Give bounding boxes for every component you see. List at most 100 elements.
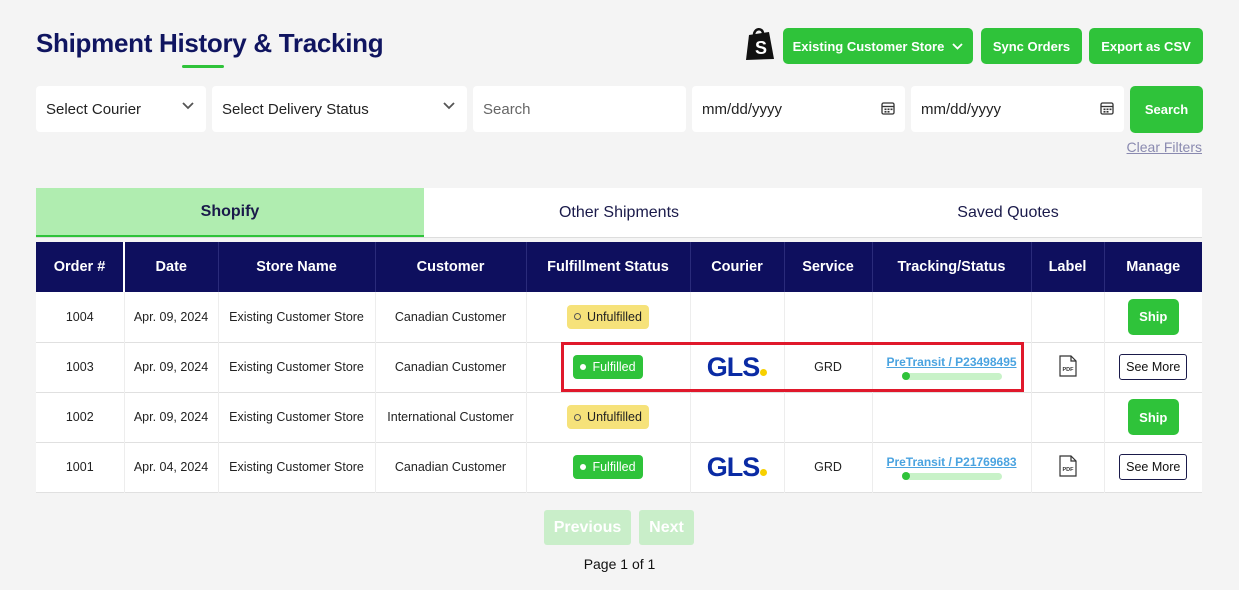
next-button[interactable]: Next bbox=[639, 510, 694, 545]
tracking-progress-bar bbox=[901, 472, 1002, 480]
export-csv-button[interactable]: Export as CSV bbox=[1089, 28, 1203, 64]
column-header[interactable]: Tracking/Status bbox=[872, 242, 1032, 292]
table-header-row: Order # Date Store Name Customer Fulfill… bbox=[36, 242, 1202, 292]
store-select-dropdown[interactable]: Existing Customer Store bbox=[783, 28, 973, 64]
chevron-down-icon bbox=[182, 102, 194, 110]
courier-select[interactable]: Select Courier bbox=[36, 86, 206, 132]
ship-button[interactable]: Ship bbox=[1127, 399, 1179, 435]
courier-cell: GLS bbox=[690, 342, 785, 392]
tracking-progress-dot bbox=[901, 372, 910, 380]
status-badge: Unfulfilled bbox=[567, 405, 649, 429]
table-row: 1001 Apr. 04, 2024 Existing Customer Sto… bbox=[36, 442, 1202, 492]
status-dot-icon bbox=[580, 364, 587, 370]
status-badge: Fulfilled bbox=[573, 355, 643, 379]
status-dot-icon bbox=[574, 413, 582, 421]
manage-cell: Ship bbox=[1104, 292, 1202, 342]
tab-shopify[interactable]: Shopify bbox=[36, 188, 424, 237]
date-from-field[interactable]: mm/dd/yyyy bbox=[692, 86, 905, 132]
tracking-cell bbox=[872, 292, 1032, 342]
order-date: Apr. 09, 2024 bbox=[124, 392, 219, 442]
tracking-cell: PreTransit / P23498495 bbox=[872, 342, 1032, 392]
customer-name: Canadian Customer bbox=[375, 292, 527, 342]
clear-filters-link[interactable]: Clear Filters bbox=[1127, 139, 1202, 155]
pdf-label: PDF bbox=[1062, 467, 1074, 473]
ship-button[interactable]: Ship bbox=[1127, 298, 1179, 335]
order-date: Apr. 09, 2024 bbox=[124, 342, 219, 392]
service-cell: GRD bbox=[784, 442, 873, 492]
store-select-label: Existing Customer Store bbox=[792, 38, 945, 54]
status-text: Fulfilled bbox=[592, 460, 636, 474]
pdf-label: PDF bbox=[1062, 367, 1074, 373]
date-from-placeholder: mm/dd/yyyy bbox=[702, 100, 783, 118]
manage-cell: See More bbox=[1104, 342, 1202, 392]
manage-cell: Ship bbox=[1104, 392, 1202, 442]
tab-saved-quotes[interactable]: Saved Quotes bbox=[814, 188, 1202, 237]
fulfillment-status-cell: Fulfilled bbox=[526, 342, 691, 392]
search-input[interactable] bbox=[483, 100, 676, 118]
courier-cell bbox=[690, 292, 785, 342]
see-more-button[interactable]: See More bbox=[1119, 454, 1188, 480]
pdf-icon[interactable]: PDF bbox=[1058, 454, 1077, 477]
tracking-cell: PreTransit / P21769683 bbox=[872, 442, 1032, 492]
column-header[interactable]: Label bbox=[1031, 242, 1105, 292]
status-dot-icon bbox=[580, 464, 587, 470]
gls-dot-icon bbox=[760, 468, 768, 476]
calendar-icon[interactable] bbox=[1100, 101, 1114, 115]
date-to-placeholder: mm/dd/yyyy bbox=[921, 100, 1002, 118]
see-more-button[interactable]: See More bbox=[1119, 354, 1188, 380]
search-button[interactable]: Search bbox=[1130, 86, 1203, 133]
sync-orders-button[interactable]: Sync Orders bbox=[981, 28, 1082, 64]
tracking-progress-bar bbox=[901, 372, 1002, 380]
svg-text:S: S bbox=[755, 38, 767, 58]
order-date: Apr. 04, 2024 bbox=[124, 442, 219, 492]
courier-cell: GLS bbox=[690, 442, 785, 492]
shipments-table: Order # Date Store Name Customer Fulfill… bbox=[36, 242, 1202, 493]
column-header[interactable]: Courier bbox=[690, 242, 785, 292]
pdf-icon[interactable]: PDF bbox=[1058, 354, 1077, 377]
status-text: Unfulfilled bbox=[587, 410, 642, 424]
gls-logo: GLS bbox=[707, 352, 768, 383]
column-header[interactable]: Order # bbox=[36, 242, 125, 292]
chevron-down-icon bbox=[443, 102, 455, 110]
tracking-link[interactable]: PreTransit / P23498495 bbox=[873, 355, 1031, 369]
gls-dot-icon bbox=[760, 368, 768, 376]
tracking-link[interactable]: PreTransit / P21769683 bbox=[873, 455, 1031, 469]
tracking-cell bbox=[872, 392, 1032, 442]
label-cell: PDF bbox=[1031, 442, 1105, 492]
date-to-field[interactable]: mm/dd/yyyy bbox=[911, 86, 1124, 132]
column-header[interactable]: Manage bbox=[1104, 242, 1202, 292]
delivery-status-select[interactable]: Select Delivery Status bbox=[212, 86, 467, 132]
column-header[interactable]: Date bbox=[124, 242, 219, 292]
courier-name: GLS bbox=[706, 351, 761, 382]
fulfillment-status-cell: Unfulfilled bbox=[526, 292, 691, 342]
previous-button[interactable]: Previous bbox=[544, 510, 631, 545]
search-field-container bbox=[473, 86, 686, 132]
store-name: Existing Customer Store bbox=[218, 442, 376, 492]
column-header[interactable]: Service bbox=[784, 242, 873, 292]
calendar-icon[interactable] bbox=[881, 101, 895, 115]
delivery-status-label: Select Delivery Status bbox=[222, 100, 369, 118]
gls-logo: GLS bbox=[707, 452, 768, 483]
label-cell: PDF bbox=[1031, 342, 1105, 392]
column-header[interactable]: Customer bbox=[375, 242, 527, 292]
column-header[interactable]: Store Name bbox=[218, 242, 376, 292]
order-number: 1003 bbox=[36, 342, 125, 392]
courier-select-label: Select Courier bbox=[46, 100, 142, 118]
tab-other-shipments[interactable]: Other Shipments bbox=[424, 188, 814, 237]
status-dot-icon bbox=[574, 313, 582, 321]
chevron-down-icon bbox=[952, 42, 963, 50]
column-header[interactable]: Fulfillment Status bbox=[526, 242, 691, 292]
title-underline bbox=[182, 65, 224, 68]
manage-cell: See More bbox=[1104, 442, 1202, 492]
status-badge: Unfulfilled bbox=[567, 304, 649, 329]
status-text: Fulfilled bbox=[592, 360, 636, 374]
table-row: 1002 Apr. 09, 2024 Existing Customer Sto… bbox=[36, 392, 1202, 442]
customer-name: Canadian Customer bbox=[375, 442, 527, 492]
store-name: Existing Customer Store bbox=[218, 392, 376, 442]
order-number: 1002 bbox=[36, 392, 125, 442]
customer-name: Canadian Customer bbox=[375, 342, 527, 392]
courier-name: GLS bbox=[706, 451, 761, 482]
page-title: Shipment History & Tracking bbox=[36, 28, 384, 58]
tab-bar: Shopify Other Shipments Saved Quotes bbox=[36, 188, 1202, 238]
table-row: 1004 Apr. 09, 2024 Existing Customer Sto… bbox=[36, 292, 1202, 342]
